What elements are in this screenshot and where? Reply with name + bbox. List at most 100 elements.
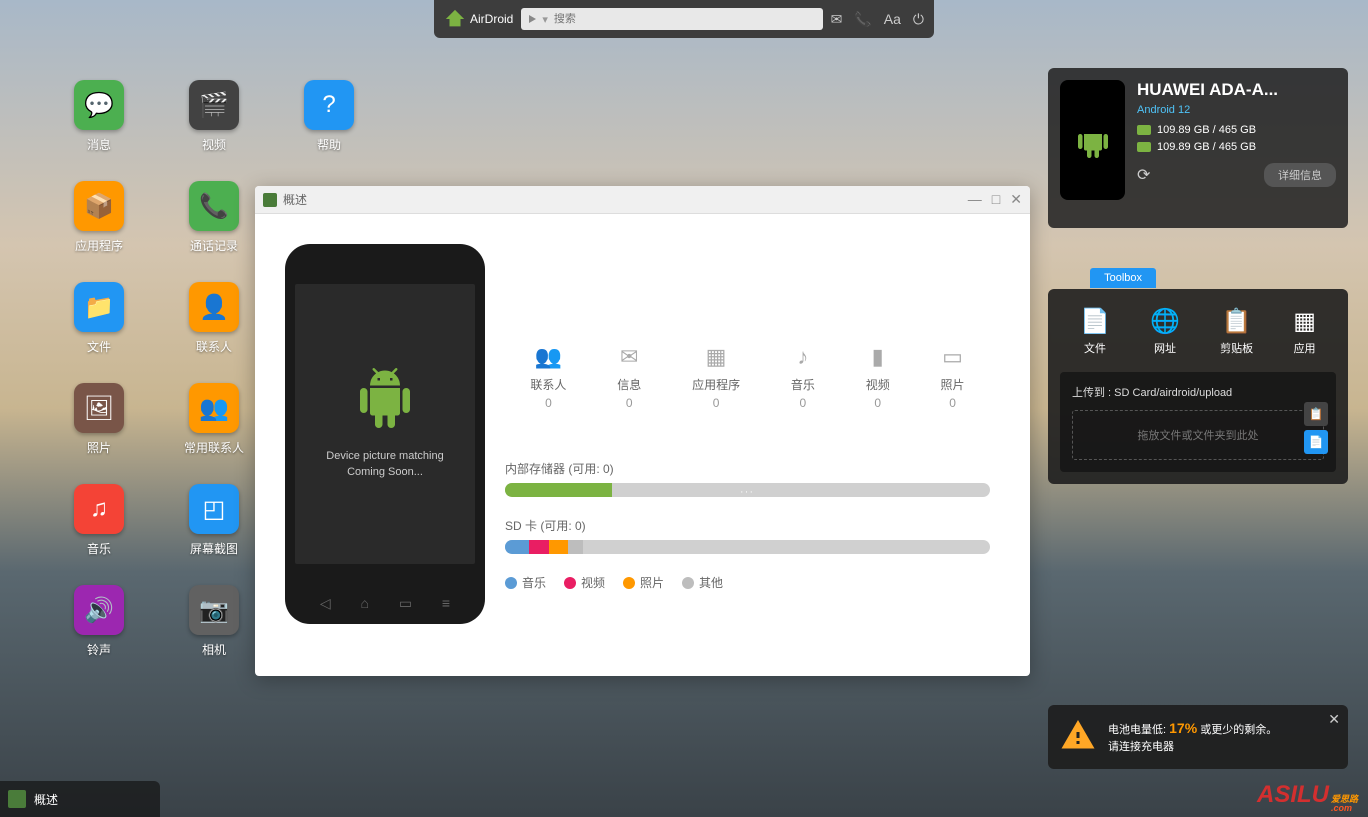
stat-photos[interactable]: ▭照片0 (941, 344, 965, 410)
upload-path: 上传到 : SD Card/airdroid/upload (1072, 384, 1324, 400)
android-icon (1075, 120, 1111, 160)
sd-card-label: SD 卡 (可用: 0) (505, 517, 990, 534)
clapper-icon: 🎬 (199, 91, 229, 120)
storage-2: 109.89 GB / 465 GB (1157, 141, 1256, 153)
phone-icon[interactable]: 📞 (854, 11, 871, 28)
image-icon: ▭ (941, 344, 965, 370)
storage-1: 109.89 GB / 465 GB (1157, 124, 1256, 136)
stat-messages[interactable]: ✉信息0 (617, 344, 641, 410)
maximize-button[interactable]: □ (992, 191, 1000, 208)
toolbox-tab[interactable]: Toolbox (1090, 268, 1156, 288)
internal-storage-icon (1137, 125, 1151, 135)
box-icon: ▦ (692, 344, 740, 370)
search-box[interactable]: ▾ (521, 8, 822, 30)
storage-legend: 音乐 视频 照片 其他 (505, 574, 990, 591)
device-info-panel: HUAWEI ADA-A... Android 12 109.89 GB / 4… (1048, 68, 1348, 228)
envelope-icon: ✉ (617, 344, 641, 370)
internal-storage-bar: ... (505, 483, 990, 497)
speaker-icon: 🔊 (84, 596, 114, 625)
battery-prefix: 电池电量低: (1108, 724, 1169, 736)
app-video[interactable]: 🎬视频 (169, 80, 259, 153)
crop-icon: ◰ (203, 495, 226, 524)
sd-card-bar (505, 540, 990, 554)
tool-app[interactable]: ▦应用 (1287, 301, 1322, 362)
battery-percent: 17% (1169, 720, 1197, 736)
photo-icon: 🖼 (84, 394, 114, 423)
stat-apps[interactable]: ▦应用程序0 (692, 344, 740, 410)
warning-icon (1060, 717, 1096, 753)
taskbar[interactable]: 概述 (0, 781, 160, 817)
app-files[interactable]: 📁文件 (54, 282, 144, 355)
app-screenshot[interactable]: ◰屏幕截图 (169, 484, 259, 557)
grid-icon: ▦ (1293, 307, 1316, 336)
detail-button[interactable]: 详细信息 (1264, 163, 1336, 187)
upload-file-button[interactable]: 📄 (1304, 430, 1328, 454)
menu-icon: ≡ (442, 595, 450, 612)
battery-line2: 请连接充电器 (1108, 741, 1174, 753)
top-bar: AirDroid ▾ ✉ 📞 Aa ⏻ (434, 0, 934, 38)
android-icon (355, 368, 415, 428)
close-button[interactable]: ✕ (1010, 191, 1022, 208)
message-icon: 💬 (84, 91, 114, 120)
app-fav-contacts[interactable]: 👥常用联系人 (169, 383, 259, 456)
stat-contacts[interactable]: 👥联系人0 (530, 344, 566, 410)
device-thumbnail (1060, 80, 1125, 200)
contacts-icon: 👤 (199, 293, 229, 322)
fav-contacts-icon: 👥 (199, 394, 229, 423)
sd-storage-icon (1137, 142, 1151, 152)
taskbar-label: 概述 (34, 791, 58, 808)
app-ringtone[interactable]: 🔊铃声 (54, 585, 144, 658)
folder-icon: 📁 (84, 293, 114, 322)
app-camera[interactable]: 📷相机 (169, 585, 259, 658)
tool-url[interactable]: 🌐网址 (1144, 301, 1186, 362)
app-messages[interactable]: 💬消息 (54, 80, 144, 153)
package-icon: 📦 (84, 192, 114, 221)
phone-preview: Device picture matching Coming Soon... ◁… (285, 244, 485, 624)
paste-button[interactable]: 📋 (1304, 402, 1328, 426)
watermark: ASILU 爱思路 .com (1257, 781, 1358, 813)
close-notification-button[interactable]: ✕ (1328, 711, 1340, 728)
brand-name: AirDroid (470, 12, 513, 26)
power-icon[interactable]: ⏻ (913, 11, 924, 28)
stat-music[interactable]: ♪音乐0 (791, 344, 815, 410)
window-icon (263, 193, 277, 207)
toolbox-panel: 📄文件 🌐网址 📋剪贴板 ▦应用 上传到 : SD Card/airdroid/… (1048, 289, 1348, 484)
mail-icon[interactable]: ✉ (831, 11, 843, 28)
home-icon: ⌂ (361, 595, 369, 612)
globe-icon: 🌐 (1150, 307, 1180, 336)
play-store-icon (529, 15, 536, 23)
upload-panel: 上传到 : SD Card/airdroid/upload 拖放文件或文件夹到此… (1060, 372, 1336, 472)
file-icon: 📄 (1080, 307, 1110, 336)
back-icon: ◁ (320, 595, 331, 612)
app-photos[interactable]: 🖼照片 (54, 383, 144, 456)
camera-icon: 📷 (199, 596, 229, 625)
device-os: Android 12 (1137, 104, 1336, 116)
call-icon: 📞 (199, 192, 229, 221)
recent-icon: ▭ (399, 595, 412, 612)
battery-notification: ✕ 电池电量低: 17% 或更少的剩余。 请连接充电器 (1048, 705, 1348, 769)
people-icon: 👥 (530, 344, 566, 370)
internal-storage-label: 内部存储器 (可用: 0) (505, 460, 990, 477)
film-icon: ▮ (866, 344, 890, 370)
music-icon: ♫ (90, 495, 108, 523)
stat-video[interactable]: ▮视频0 (866, 344, 890, 410)
app-calllog[interactable]: 📞通话记录 (169, 181, 259, 254)
app-music[interactable]: ♫音乐 (54, 484, 144, 557)
app-help[interactable]: ?帮助 (284, 80, 374, 153)
brand-logo: AirDroid (444, 8, 513, 30)
airdroid-icon (444, 8, 466, 30)
window-titlebar[interactable]: 概述 — □ ✕ (255, 186, 1030, 214)
app-apps[interactable]: 📦应用程序 (54, 181, 144, 254)
font-icon[interactable]: Aa (884, 11, 901, 28)
help-icon: ? (322, 91, 335, 119)
tool-clipboard[interactable]: 📋剪贴板 (1214, 301, 1259, 362)
overview-window: 概述 — □ ✕ Device picture matching Coming … (255, 186, 1030, 676)
tool-file[interactable]: 📄文件 (1074, 301, 1116, 362)
search-input[interactable] (554, 13, 815, 25)
phone-text-2: Coming Soon... (326, 464, 443, 481)
app-contacts[interactable]: 👤联系人 (169, 282, 259, 355)
minimize-button[interactable]: — (968, 191, 982, 208)
upload-dropzone[interactable]: 拖放文件或文件夹到此处 (1072, 410, 1324, 460)
refresh-button[interactable]: ⟳ (1137, 165, 1150, 185)
phone-text-1: Device picture matching (326, 448, 443, 465)
